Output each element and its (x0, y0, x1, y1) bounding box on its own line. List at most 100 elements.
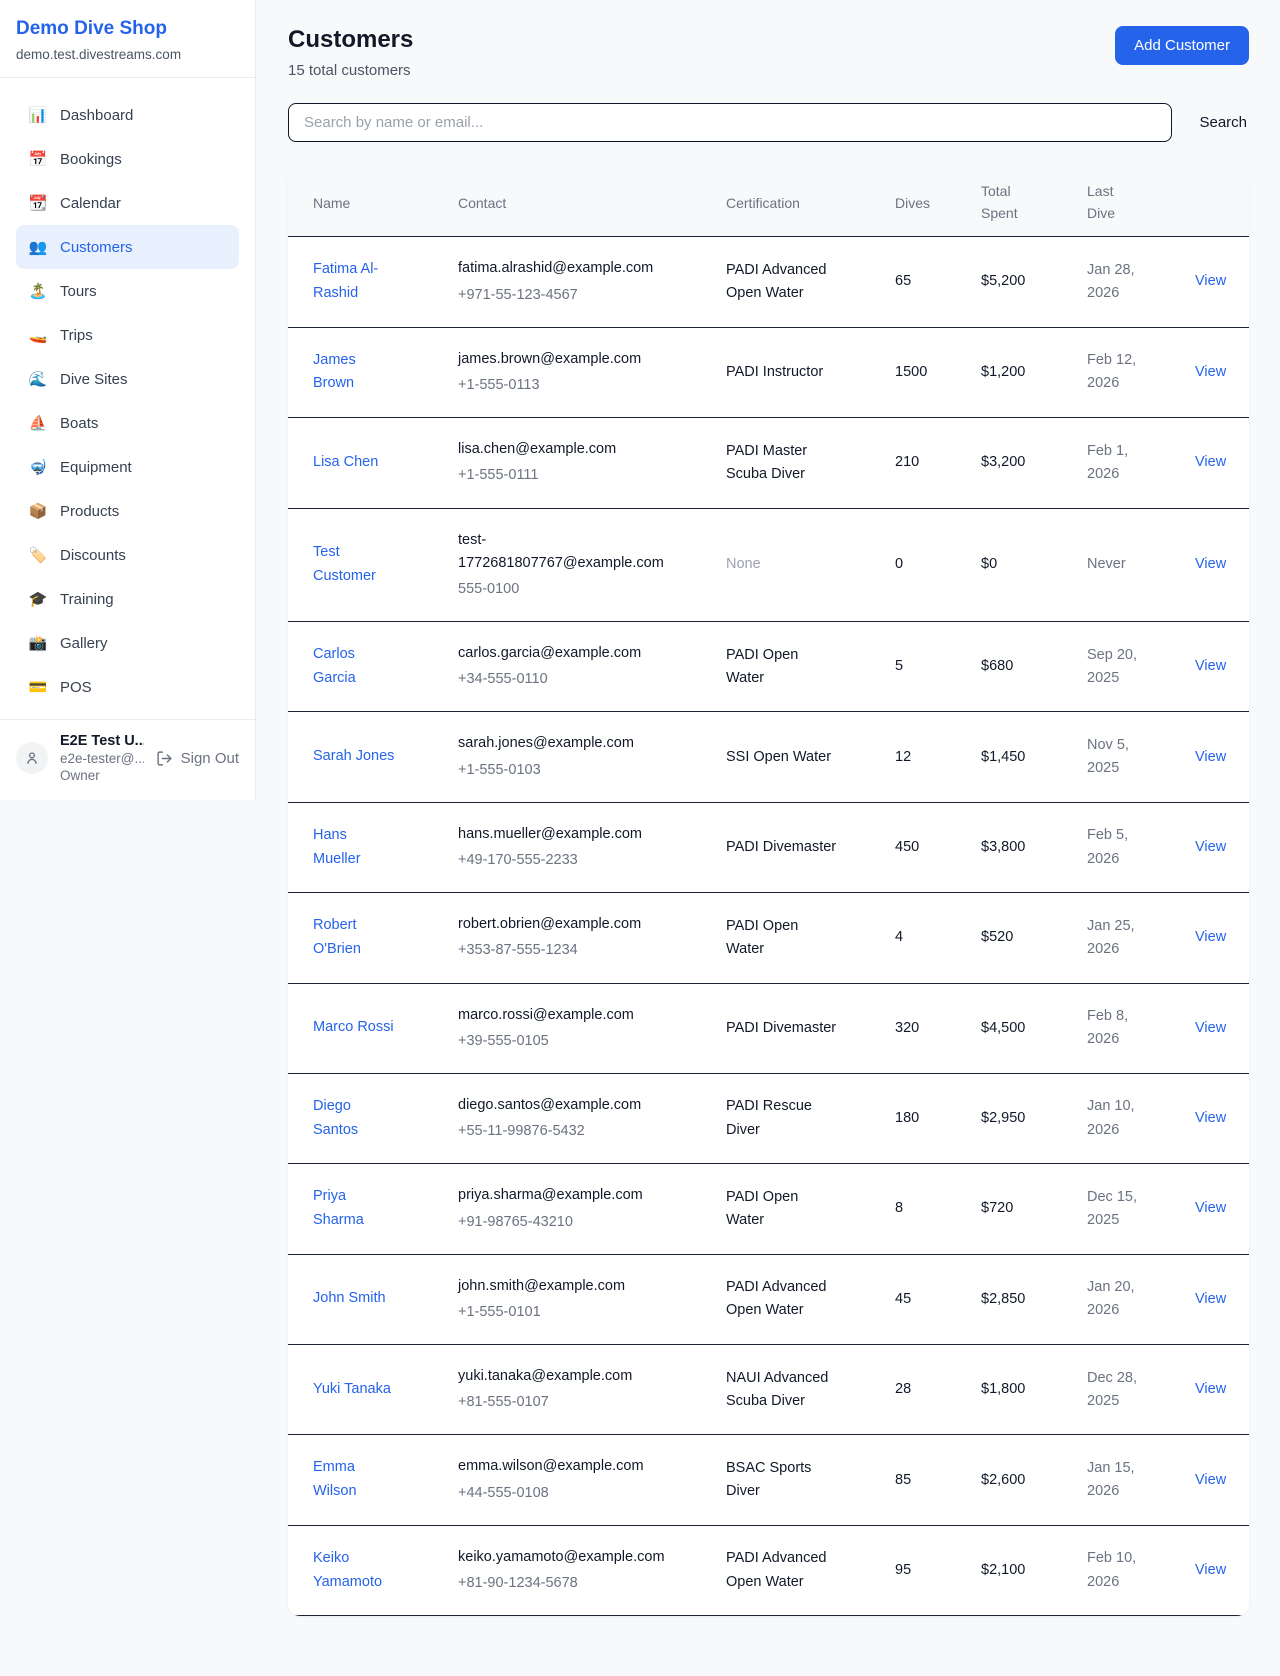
certification: PADI Advanced Open Water (726, 1547, 838, 1593)
customer-name-link[interactable]: Priya Sharma (313, 1185, 396, 1233)
sidebar-item-training[interactable]: 🎓 Training (16, 577, 239, 621)
certification: BSAC Sports Diver (726, 1457, 838, 1503)
customer-email: john.smith@example.com (458, 1275, 670, 1298)
nav-icon: 💳 (28, 678, 48, 696)
customer-name-link[interactable]: Robert O'Brien (313, 914, 396, 962)
view-link[interactable]: View (1195, 1020, 1226, 1036)
sidebar-item-label: Gallery (60, 635, 108, 652)
nav-icon: 🏝️ (28, 282, 48, 300)
view-link[interactable]: View (1195, 1381, 1226, 1397)
sidebar-item-label: Tours (60, 283, 97, 300)
search-button[interactable]: Search (1197, 108, 1249, 137)
dives-count: 4 (895, 929, 903, 945)
certification: PADI Advanced Open Water (726, 1276, 838, 1322)
last-dive: Jan 25, 2026 (1087, 915, 1145, 961)
col-header-total-spent: Total Spent (981, 169, 1087, 237)
table-row: Sarah Jones sarah.jones@example.com +1-5… (288, 712, 1249, 802)
nav-icon: 📅 (28, 150, 48, 168)
customer-name-link[interactable]: Fatima Al-Rashid (313, 258, 396, 306)
search-input[interactable] (288, 103, 1172, 142)
view-link[interactable]: View (1195, 658, 1226, 674)
last-dive: Nov 5, 2025 (1087, 734, 1145, 780)
user-footer: E2E Test U... e2e-tester@... Owner Sign … (0, 719, 255, 800)
customer-name-link[interactable]: Keiko Yamamoto (313, 1547, 396, 1595)
customer-phone: +49-170-555-2233 (458, 849, 714, 872)
view-link[interactable]: View (1195, 1291, 1226, 1307)
customer-phone: +1-555-0103 (458, 759, 714, 782)
sidebar-item-discounts[interactable]: 🏷️ Discounts (16, 533, 239, 577)
view-link[interactable]: View (1195, 839, 1226, 855)
certification: PADI Advanced Open Water (726, 259, 838, 305)
view-link[interactable]: View (1195, 364, 1226, 380)
customer-name-link[interactable]: John Smith (313, 1287, 386, 1311)
view-link[interactable]: View (1195, 454, 1226, 470)
view-link[interactable]: View (1195, 273, 1226, 289)
customers-table: Name Contact Certification Dives Total S… (288, 169, 1249, 1616)
col-header-certification: Certification (726, 169, 895, 237)
sidebar-item-customers[interactable]: 👥 Customers (16, 225, 239, 269)
last-dive: Never (1087, 553, 1126, 576)
view-link[interactable]: View (1195, 1200, 1226, 1216)
customer-name-link[interactable]: Marco Rossi (313, 1016, 394, 1040)
customer-name-link[interactable]: Test Customer (313, 541, 396, 589)
certification: None (726, 553, 761, 576)
sign-out-label: Sign Out (181, 750, 239, 767)
col-header-dives: Dives (895, 169, 981, 237)
sidebar-item-bookings[interactable]: 📅 Bookings (16, 137, 239, 181)
view-link[interactable]: View (1195, 1110, 1226, 1126)
sidebar-item-label: Dive Sites (60, 371, 128, 388)
view-link[interactable]: View (1195, 1562, 1226, 1578)
dives-count: 5 (895, 658, 903, 674)
view-link[interactable]: View (1195, 749, 1226, 765)
last-dive: Dec 28, 2025 (1087, 1367, 1145, 1413)
sidebar-item-gallery[interactable]: 📸 Gallery (16, 621, 239, 665)
sign-out-button[interactable]: Sign Out (156, 750, 239, 767)
customer-email: robert.obrien@example.com (458, 913, 670, 936)
customer-phone: +34-555-0110 (458, 668, 714, 691)
sidebar-item-dashboard[interactable]: 📊 Dashboard (16, 93, 239, 137)
customer-name-link[interactable]: Yuki Tanaka (313, 1378, 391, 1402)
total-spent: $520 (981, 929, 1013, 945)
last-dive: Feb 1, 2026 (1087, 440, 1145, 486)
sidebar-item-tours[interactable]: 🏝️ Tours (16, 269, 239, 313)
customer-name-link[interactable]: Carlos Garcia (313, 643, 396, 691)
last-dive: Feb 12, 2026 (1087, 349, 1145, 395)
add-customer-button[interactable]: Add Customer (1115, 26, 1249, 65)
sidebar-item-label: Training (60, 591, 114, 608)
sidebar-item-boats[interactable]: ⛵ Boats (16, 401, 239, 445)
customer-name-link[interactable]: James Brown (313, 349, 396, 397)
customer-name-link[interactable]: Emma Wilson (313, 1456, 396, 1504)
customer-name-link[interactable]: Sarah Jones (313, 745, 394, 769)
customer-email: test-1772681807767@example.com (458, 529, 670, 575)
customer-name-link[interactable]: Lisa Chen (313, 451, 378, 475)
dives-count: 0 (895, 556, 903, 572)
table-row: Test Customer test-1772681807767@example… (288, 508, 1249, 622)
view-link[interactable]: View (1195, 1472, 1226, 1488)
table-row: Yuki Tanaka yuki.tanaka@example.com +81-… (288, 1345, 1249, 1435)
total-spent: $1,800 (981, 1381, 1025, 1397)
customer-email: lisa.chen@example.com (458, 438, 670, 461)
nav-icon: ⛵ (28, 414, 48, 432)
sidebar-item-dive-sites[interactable]: 🌊 Dive Sites (16, 357, 239, 401)
customer-name-link[interactable]: Diego Santos (313, 1095, 396, 1143)
last-dive: Feb 8, 2026 (1087, 1005, 1145, 1051)
sidebar-item-products[interactable]: 📦 Products (16, 489, 239, 533)
sidebar-item-trips[interactable]: 🚤 Trips (16, 313, 239, 357)
user-email: e2e-tester@... (60, 751, 144, 766)
sidebar-item-calendar[interactable]: 📆 Calendar (16, 181, 239, 225)
last-dive: Jan 15, 2026 (1087, 1457, 1145, 1503)
last-dive: Jan 28, 2026 (1087, 259, 1145, 305)
col-header-last-dive: Last Dive (1087, 169, 1195, 237)
search-bar: Search (288, 103, 1249, 142)
dives-count: 85 (895, 1472, 911, 1488)
last-dive: Dec 15, 2025 (1087, 1186, 1145, 1232)
avatar (16, 742, 48, 774)
customer-name-link[interactable]: Hans Mueller (313, 824, 396, 872)
total-spent: $2,950 (981, 1110, 1025, 1126)
total-spent: $720 (981, 1200, 1013, 1216)
sidebar-item-equipment[interactable]: 🤿 Equipment (16, 445, 239, 489)
view-link[interactable]: View (1195, 556, 1226, 572)
view-link[interactable]: View (1195, 929, 1226, 945)
sidebar-item-pos[interactable]: 💳 POS (16, 665, 239, 709)
table-row: Robert O'Brien robert.obrien@example.com… (288, 893, 1249, 983)
